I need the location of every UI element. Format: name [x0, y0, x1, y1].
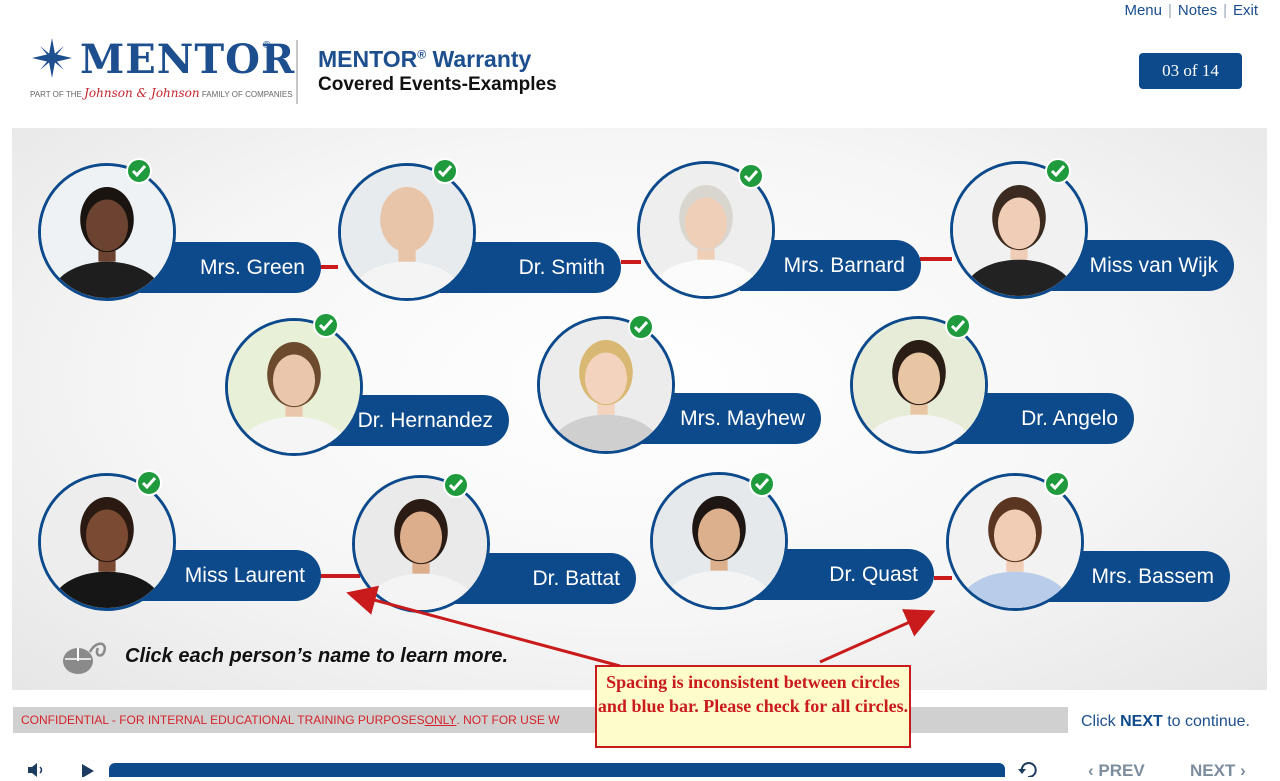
checkmark-icon [443, 472, 469, 498]
portrait-dr-hernandez[interactable] [225, 318, 363, 456]
checkmark-icon [628, 314, 654, 340]
portrait-mrs-mayhew[interactable] [537, 316, 675, 454]
mouse-click-icon [63, 642, 107, 674]
connector-line [320, 574, 360, 578]
connector-line [318, 265, 338, 269]
instruction-text: Click each person’s name to learn more. [125, 645, 509, 667]
chevron-left-icon: ‹ [1088, 761, 1099, 780]
checkmark-icon [126, 158, 152, 184]
next-button[interactable]: NEXT › [1190, 761, 1246, 781]
person-name: Mrs. Barnard [783, 253, 905, 277]
logo-registered: ® [263, 40, 271, 51]
person-name: Miss Laurent [184, 563, 305, 587]
portrait-photo [953, 164, 1085, 296]
click-next-hint: Click NEXT to continue. [1081, 713, 1250, 730]
slide-counter: 03 of 14 [1139, 53, 1242, 89]
header-divider [296, 40, 298, 104]
person-name: Dr. Smith [518, 255, 605, 279]
portrait-photo [41, 476, 173, 608]
portrait-photo [41, 166, 173, 298]
portrait-mrs-green[interactable] [38, 163, 176, 301]
portrait-dr-smith[interactable] [338, 163, 476, 301]
portrait-photo [228, 321, 360, 453]
mentor-star-icon [32, 38, 72, 78]
top-nav: Menu | Notes | Exit [1124, 2, 1258, 19]
page-subtitle: Covered Events-Examples [318, 74, 557, 95]
chevron-right-icon: › [1235, 761, 1246, 780]
checkmark-icon [738, 163, 764, 189]
person-name: Mrs. Green [199, 255, 305, 279]
portrait-photo [853, 319, 985, 451]
checkmark-icon [136, 470, 162, 496]
checkmark-icon [432, 158, 458, 184]
notes-link[interactable]: Notes [1178, 2, 1217, 19]
mentor-logo: MENTOR ® PART OF THE Johnson & Johnson F… [30, 36, 294, 106]
portrait-dr-battat[interactable] [352, 475, 490, 613]
person-name: Dr. Battat [532, 566, 620, 590]
person-name: Dr. Quast [829, 562, 918, 586]
seek-bar[interactable] [109, 763, 1005, 777]
person-name: Dr. Hernandez [357, 408, 493, 432]
checkmark-icon [945, 313, 971, 339]
person-name: Mrs. Bassem [1091, 564, 1214, 588]
review-annotation: Spacing is inconsistent between circles … [595, 665, 911, 748]
person-name: Miss van Wijk [1089, 253, 1218, 277]
portrait-photo [355, 478, 487, 610]
portrait-photo [341, 166, 473, 298]
person-name: Dr. Angelo [1021, 406, 1118, 430]
connector-line [621, 260, 641, 264]
logo-tagline: PART OF THE Johnson & Johnson FAMILY OF … [30, 86, 293, 100]
exit-link[interactable]: Exit [1233, 2, 1258, 19]
replay-icon[interactable] [1016, 762, 1040, 777]
nav-separator: | [1223, 2, 1227, 19]
connector-line [920, 257, 952, 261]
checkmark-icon [1044, 471, 1070, 497]
checkmark-icon [313, 312, 339, 338]
page-title: MENTOR® Warranty [318, 46, 532, 72]
portrait-photo [540, 319, 672, 451]
volume-icon[interactable] [26, 762, 46, 777]
checkmark-icon [1045, 158, 1071, 184]
play-icon[interactable] [80, 764, 96, 777]
checkmark-icon [749, 471, 775, 497]
person-name: Mrs. Mayhew [680, 406, 805, 430]
prev-button[interactable]: ‹ PREV [1088, 761, 1145, 781]
menu-link[interactable]: Menu [1124, 2, 1162, 19]
connector-line [934, 576, 952, 580]
nav-separator: | [1167, 2, 1172, 19]
